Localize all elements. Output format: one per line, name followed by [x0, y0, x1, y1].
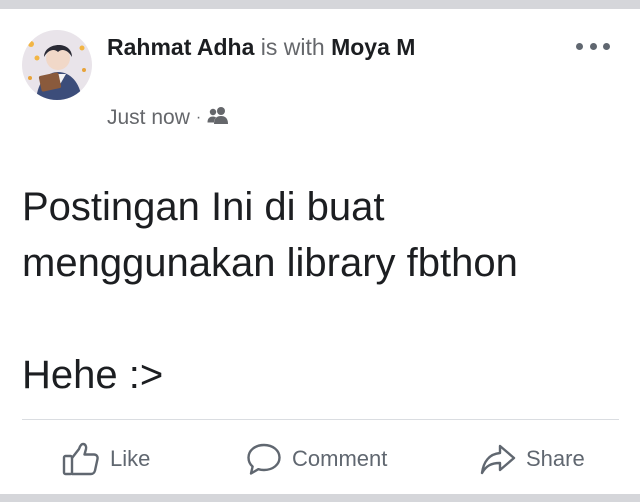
more-options-button[interactable] [576, 39, 610, 53]
actions-divider [22, 419, 619, 420]
avatar-image [22, 30, 92, 100]
more-options-icon [576, 42, 583, 50]
author-line: Rahmat Adha is with Moya M [107, 32, 415, 62]
post-text: Postingan Ini di buat menggunakan librar… [22, 185, 518, 397]
post-card: Rahmat Adha is with Moya M Just now · Po… [0, 9, 640, 494]
post-timestamp[interactable]: Just now [107, 106, 190, 130]
bottom-border [0, 494, 640, 502]
comment-button[interactable]: Comment [246, 437, 387, 481]
share-button[interactable]: Share [480, 437, 585, 481]
tagged-user[interactable]: Moya M [331, 34, 415, 60]
author-avatar[interactable] [22, 30, 92, 100]
meta-separator: · [195, 109, 202, 126]
with-text: is with [260, 34, 325, 60]
thumbs-up-icon [62, 442, 100, 476]
share-arrow-icon [480, 442, 516, 476]
like-label: Like [110, 446, 151, 471]
comment-bubble-icon [246, 442, 282, 476]
author-name[interactable]: Rahmat Adha [107, 34, 254, 60]
friends-icon[interactable] [207, 105, 229, 131]
comment-label: Comment [292, 446, 388, 471]
post-meta: Just now · [107, 105, 229, 131]
like-button[interactable]: Like [62, 437, 150, 481]
share-label: Share [526, 446, 585, 471]
